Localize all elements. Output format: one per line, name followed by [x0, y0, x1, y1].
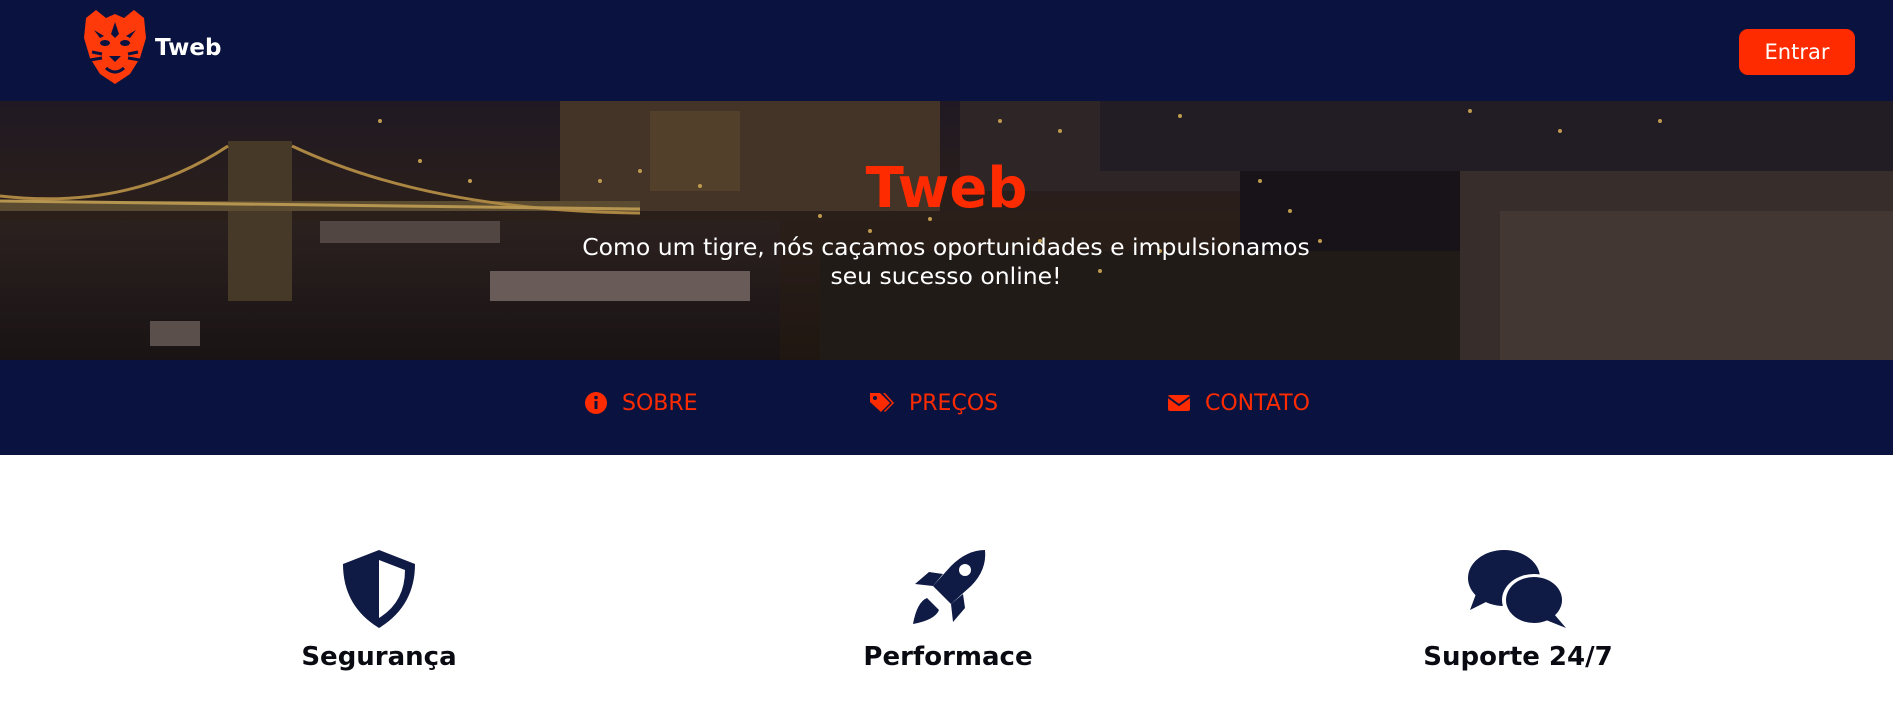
feature-title: Suporte 24/7	[1423, 642, 1613, 672]
top-bar: Tweb Entrar	[0, 0, 1893, 101]
hero-subtitle: Como um tigre, nós caçamos oportunidades…	[546, 233, 1346, 291]
tiger-head-icon[interactable]	[78, 8, 152, 86]
feature-suporte: Suporte 24/7	[1368, 548, 1668, 672]
feature-title: Performace	[863, 642, 1033, 672]
hero-banner: Tweb Como um tigre, nós caçamos oportuni…	[0, 101, 1893, 360]
nav-item-label: CONTATO	[1205, 390, 1310, 416]
info-circle-icon	[585, 392, 607, 414]
chat-bubbles-icon	[1468, 550, 1566, 628]
feature-title: Segurança	[301, 642, 457, 672]
nav-item-sobre[interactable]: SOBRE	[584, 388, 698, 418]
nav-item-label: SOBRE	[622, 390, 698, 416]
hero-title: Tweb	[865, 156, 1028, 221]
nav-item-label: PREÇOS	[909, 390, 999, 416]
nav-item-precos[interactable]: PREÇOS	[869, 388, 998, 418]
feature-seguranca: Segurança	[229, 548, 529, 672]
envelope-icon	[1167, 395, 1191, 411]
tags-icon	[870, 393, 894, 412]
nav-item-contato[interactable]: CONTATO	[1167, 388, 1310, 418]
brand-name: Tweb	[155, 35, 222, 61]
hero-background-image	[0, 101, 1893, 360]
rocket-icon	[913, 550, 986, 624]
hero-subtitle-line2: seu sucesso online!	[830, 262, 1062, 290]
login-button[interactable]: Entrar	[1739, 29, 1855, 75]
feature-performace: Performace	[798, 548, 1098, 672]
shield-icon	[343, 550, 415, 628]
hero-subtitle-line1: Como um tigre, nós caçamos oportunidades…	[582, 233, 1310, 261]
